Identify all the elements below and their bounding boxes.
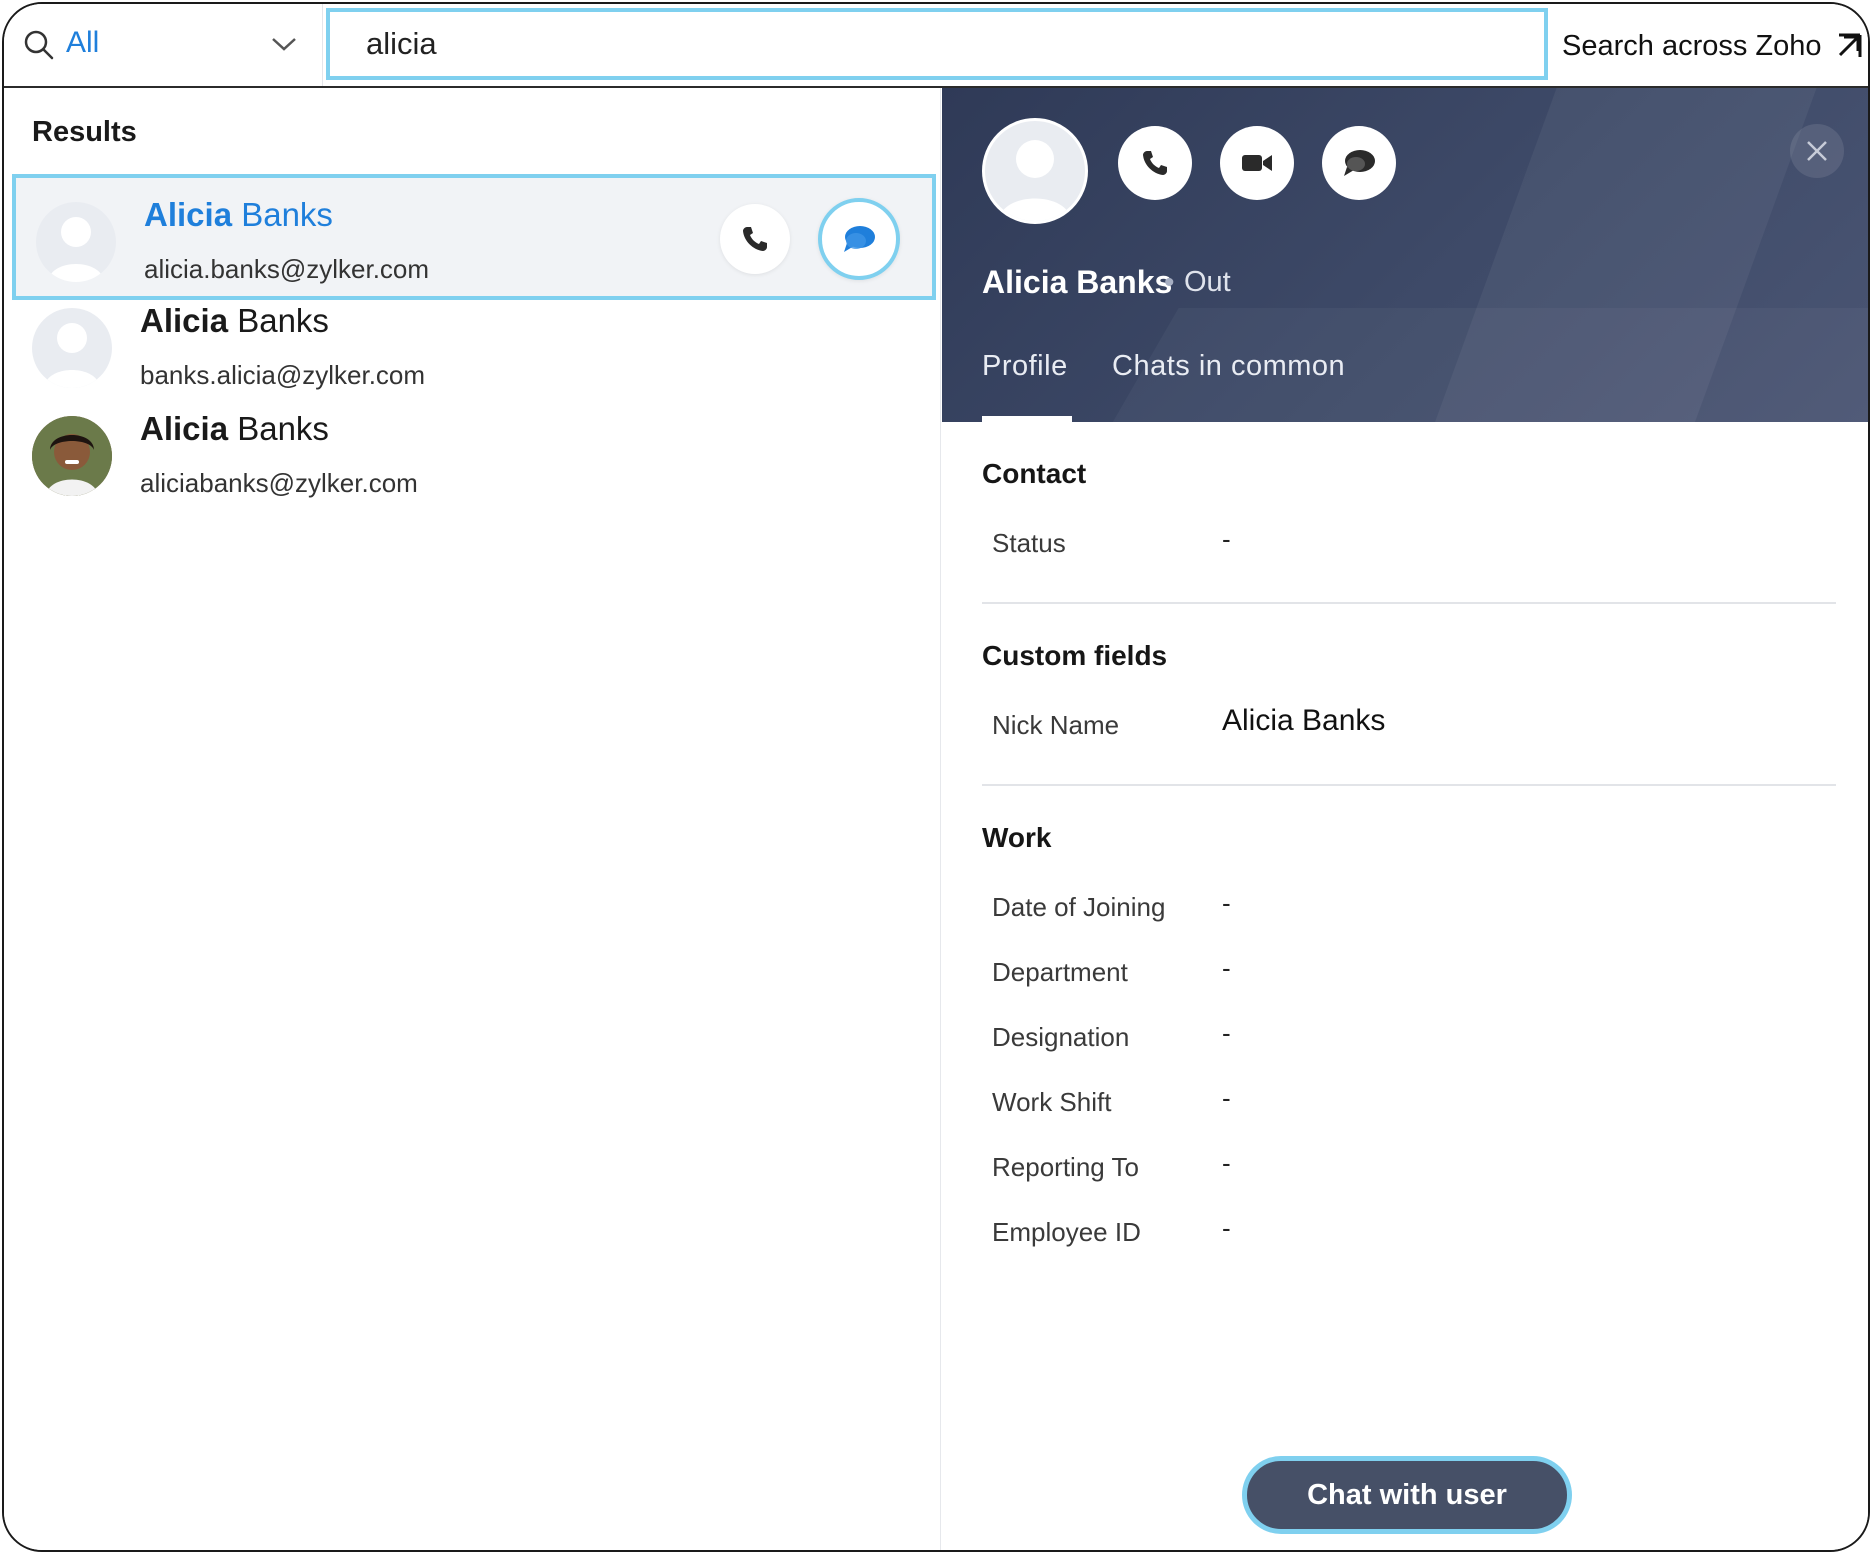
active-tab-indicator — [982, 416, 1072, 422]
audio-call-button[interactable] — [1118, 126, 1192, 200]
result-item[interactable]: Alicia Banks alicia.banks@zylker.com — [12, 174, 936, 300]
divider — [982, 784, 1836, 786]
section-custom-fields-title: Custom fields — [982, 640, 1168, 671]
default-avatar-icon — [36, 202, 116, 282]
tab-profile[interactable]: Profile — [982, 350, 1068, 383]
search-field-wrapper — [326, 8, 1548, 80]
result-email: alicia.banks@zylker.com — [144, 254, 430, 284]
status-badge: Out — [1184, 266, 1231, 298]
close-icon — [1807, 141, 1827, 161]
chat-with-user-button[interactable]: Chat with user — [1242, 1456, 1572, 1534]
video-camera-icon — [1242, 155, 1272, 171]
field-value-department: - — [1222, 953, 1231, 983]
video-call-button[interactable] — [1220, 126, 1294, 200]
field-value-employee-id: - — [1222, 1213, 1231, 1243]
field-value-date-of-joining: - — [1222, 888, 1231, 918]
profile-name: Alicia Banks — [982, 264, 1173, 300]
field-label-work-shift: Work Shift — [992, 1087, 1112, 1117]
results-panel: Results Alicia Banks alicia.banks@zylker… — [4, 88, 941, 1550]
scope-selector[interactable]: All — [4, 4, 323, 86]
phone-icon — [743, 227, 767, 251]
field-label-employee-id: Employee ID — [992, 1217, 1141, 1247]
field-label-designation: Designation — [992, 1022, 1130, 1052]
user-photo — [32, 416, 112, 496]
field-value-work-shift: - — [1222, 1083, 1231, 1113]
divider — [982, 602, 1836, 604]
result-name: Alicia Banks — [144, 196, 333, 233]
field-label-reporting-to: Reporting To — [992, 1152, 1139, 1182]
chat-bubble-icon — [1344, 150, 1375, 176]
field-label-date-of-joining: Date of Joining — [992, 892, 1166, 922]
section-work-title: Work — [982, 822, 1052, 853]
field-label-department: Department — [992, 957, 1128, 987]
field-label-nick-name: Nick Name — [992, 710, 1120, 740]
search-across-zoho-link[interactable]: Search across Zoho — [1562, 24, 1862, 68]
tab-chats-in-common[interactable]: Chats in common — [1112, 350, 1345, 383]
field-value-reporting-to: - — [1222, 1148, 1231, 1178]
section-contact-title: Contact — [982, 458, 1087, 489]
chat-bubble-icon — [844, 226, 875, 252]
search-icon — [24, 30, 54, 60]
search-across-label: Search across Zoho — [1562, 29, 1822, 62]
status-separator: • — [1164, 266, 1175, 299]
field-value-nick-name: Alicia Banks — [1222, 704, 1386, 737]
results-heading: Results — [32, 116, 137, 148]
profile-panel: Alicia Banks • Out Profile Chats in comm… — [942, 88, 1868, 1550]
external-arrow-icon — [1838, 33, 1862, 57]
profile-header: Alicia Banks • Out Profile Chats in comm… — [942, 88, 1868, 422]
chevron-down-icon — [272, 38, 296, 51]
scope-label: All — [66, 26, 100, 59]
field-value-status: - — [1222, 524, 1231, 554]
message-button[interactable] — [1322, 126, 1396, 200]
result-name: Alicia Banks — [140, 410, 329, 447]
phone-icon — [1143, 151, 1167, 175]
search-window: All Search across Zoho Results Alicia Ba — [2, 2, 1870, 1552]
search-input[interactable] — [366, 22, 1466, 66]
result-email: aliciabanks@zylker.com — [140, 468, 418, 498]
field-value-designation: - — [1222, 1018, 1231, 1048]
result-item[interactable]: Alicia Banks aliciabanks@zylker.com — [12, 392, 936, 518]
call-button[interactable] — [720, 204, 790, 274]
default-avatar-icon — [32, 308, 112, 388]
result-name: Alicia Banks — [140, 302, 329, 339]
chat-button[interactable] — [818, 198, 900, 280]
close-button[interactable] — [1790, 124, 1844, 178]
default-avatar-icon — [982, 118, 1088, 224]
result-email: banks.alicia@zylker.com — [140, 360, 426, 390]
field-label-status: Status — [992, 528, 1066, 558]
search-bar: All Search across Zoho — [4, 4, 1868, 88]
